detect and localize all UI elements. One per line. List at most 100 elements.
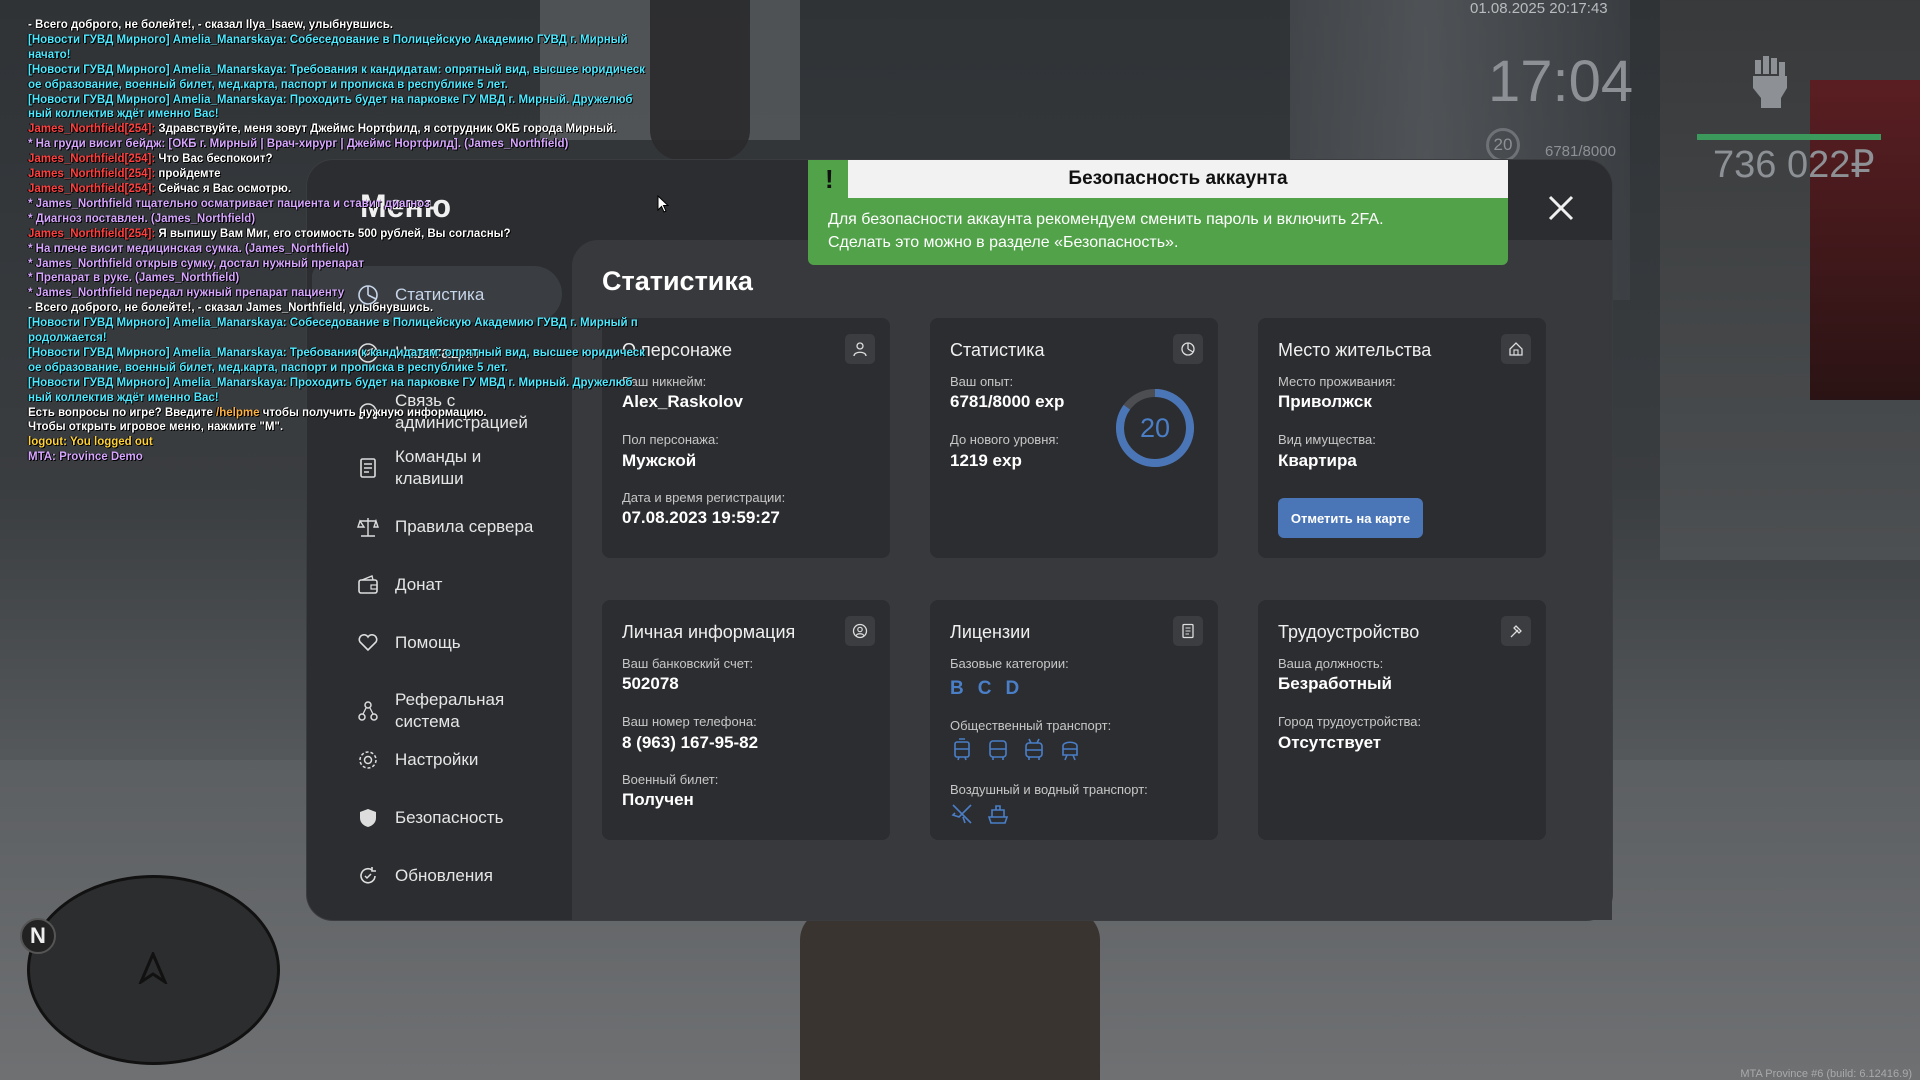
close-icon[interactable] [1544, 191, 1578, 225]
work-city-value: Отсутствует [1278, 733, 1382, 752]
house-icon [1501, 334, 1531, 364]
chat-line: ое образование, военный билет, мед.карта… [28, 78, 508, 91]
mark-on-map-button[interactable]: Отметить на карте [1278, 498, 1423, 538]
exp-value: 6781/8000 exp [950, 392, 1065, 411]
bank-account-value: 502078 [622, 674, 679, 693]
security-notification: ! Безопасность аккаунта Для безопасности… [808, 160, 1508, 265]
wallet-icon [355, 572, 381, 598]
chat-command: /helpme [216, 406, 260, 419]
public-transport-icons [950, 738, 1082, 762]
sidebar-item-label: Помощь [395, 633, 461, 652]
chat-line: - Всего доброго, не болейте!, - сказал J… [28, 302, 434, 315]
chat-line: James_Northfield[254]: Я выпишу Вам Миг,… [28, 227, 511, 240]
chat-line: * На плече висит медицинская сумка. (Jam… [28, 242, 350, 255]
card-employment: Трудоустройство Ваша должность: Безработ… [1258, 600, 1546, 840]
card-title: Статистика [950, 340, 1045, 360]
chat-line: * Диагноз поставлен. (James_Northfield) [28, 212, 256, 225]
property-type-value: Квартира [1278, 451, 1357, 470]
chat-line: родолжается! [28, 332, 107, 345]
notification-title: Безопасность аккаунта [848, 160, 1508, 198]
chat-line: [Новости ГУВД Мирного] Amelia_Manarskaya… [28, 376, 633, 389]
pie-chart-icon [1173, 334, 1203, 364]
refresh-icon [355, 863, 381, 889]
position-label: Ваша должность: [1278, 656, 1384, 671]
chat-line: logout: You logged out [28, 436, 153, 449]
chat-line: James_Northfield[254]: Здравствуйте, мен… [28, 123, 617, 136]
alert-icon: ! [825, 164, 834, 194]
card-title: Лицензии [950, 622, 1031, 642]
sidebar-item-label: Безопасность [395, 808, 504, 827]
sidebar-item-updates[interactable]: Обновления [355, 863, 535, 889]
sidebar-item-security[interactable]: Безопасность [355, 805, 535, 831]
scales-icon [355, 514, 381, 540]
sidebar-item-label: Правила сервера [395, 517, 534, 536]
fist-icon [1753, 56, 1787, 108]
chat-player-name: James_Northfield[254]: [28, 153, 156, 166]
license-category: C [977, 678, 992, 699]
sidebar-item-settings[interactable]: Настройки [355, 747, 535, 773]
sidebar-item-label: Настройки [395, 750, 479, 769]
tram-icon [954, 738, 970, 761]
hud-health-bar [1697, 134, 1881, 140]
background-vending [1810, 80, 1920, 400]
chat-line: [Новости ГУВД Мирного] Amelia_Manarskaya… [28, 63, 645, 76]
residence-value: Приволжск [1278, 392, 1372, 411]
chat-line: * Препарат в руке. (James_Northfield) [28, 272, 240, 285]
sidebar-item-help[interactable]: Помощь [355, 630, 535, 656]
sidebar-item-label: Реферальная система [395, 690, 505, 731]
shield-icon [355, 805, 381, 831]
user-icon [845, 334, 875, 364]
id-card-icon [1173, 616, 1203, 646]
chat-line: ный коллектив ждёт именно Вас! [28, 391, 219, 404]
position-value: Безработный [1278, 674, 1392, 693]
chat-player-name: James_Northfield[254]: [28, 182, 156, 195]
hammer-icon [1501, 616, 1531, 646]
chat-line: * James_Northfield передал нужный препар… [28, 287, 345, 300]
license-category: B [950, 678, 964, 699]
chat-line: Есть вопросы по игре? Введите /helpme чт… [28, 406, 487, 419]
chat-log: - Всего доброго, не болейте!, - сказал I… [28, 18, 678, 465]
card-personal-info: Личная информация Ваш банковский счет: 5… [602, 600, 890, 840]
property-type-label: Вид имущества: [1278, 432, 1376, 447]
chat-line: James_Northfield[254]: Сейчас я Вас осмо… [28, 182, 292, 195]
player-arrow-icon [138, 952, 168, 984]
chat-line: [Новости ГУВД Мирного] Amelia_Manarskaya… [28, 33, 628, 46]
hud-datetime: 01.08.2025 20:17:43 [1470, 0, 1608, 17]
train-icon [1062, 741, 1078, 761]
license-category: D [1005, 678, 1020, 699]
trolleybus-icon [1025, 738, 1043, 760]
card-residence: Место жительства Место проживания: Приво… [1258, 318, 1546, 558]
chat-line: * На груди висит бейдж: [ОКБ г. Мирный |… [28, 138, 569, 151]
sidebar-item-referral[interactable]: Реферальная система [355, 689, 535, 733]
chat-line: начато! [28, 48, 71, 61]
notification-line: Для безопасности аккаунта рекомендуем см… [828, 211, 1384, 228]
phone-value: 8 (963) 167-95-82 [622, 733, 759, 752]
chat-line: Чтобы открыть игровое меню, нажмите "M". [28, 421, 284, 434]
phone-label: Ваш номер телефона: [622, 714, 757, 729]
user-circle-icon [845, 616, 875, 646]
notification-body: Для безопасности аккаунта рекомендуем см… [828, 208, 1384, 254]
registration-label: Дата и время регистрации: [622, 490, 786, 505]
chat-line: [Новости ГУВД Мирного] Amelia_Manarskaya… [28, 317, 638, 330]
chat-player-name: James_Northfield[254]: [28, 227, 156, 240]
build-info: MTA Province #6 (build: 6.12416.9) [1740, 1068, 1912, 1080]
chat-line: James_Northfield[254]: Что Вас беспокоит… [28, 153, 273, 166]
card-title: Место жительства [1278, 340, 1432, 360]
card-licenses: Лицензии Базовые категории: B C D Общест… [930, 600, 1218, 840]
gear-icon [355, 747, 381, 773]
chat-line: MTA: Province Demo [28, 451, 143, 464]
sidebar-item-rules[interactable]: Правила сервера [355, 514, 535, 540]
hud-level: 20 [1486, 128, 1520, 162]
sidebar-item-donate[interactable]: Донат [355, 572, 535, 598]
base-categories-label: Базовые категории: [950, 656, 1069, 671]
sidebar-item-label: Донат [395, 575, 443, 594]
military-id-label: Военный билет: [622, 772, 719, 787]
card-title: Трудоустройство [1278, 622, 1420, 642]
player-character [800, 910, 1100, 1080]
chat-line: ный коллектив ждёт именно Вас! [28, 108, 219, 121]
public-transport-label: Общественный транспорт: [950, 718, 1112, 733]
next-level-value: 1219 exp [950, 451, 1022, 470]
hud-clock: 17:04 [1488, 49, 1634, 114]
chat-line: ое образование, военный билет, мед.карта… [28, 361, 508, 374]
sidebar-item-label: Обновления [395, 866, 493, 885]
